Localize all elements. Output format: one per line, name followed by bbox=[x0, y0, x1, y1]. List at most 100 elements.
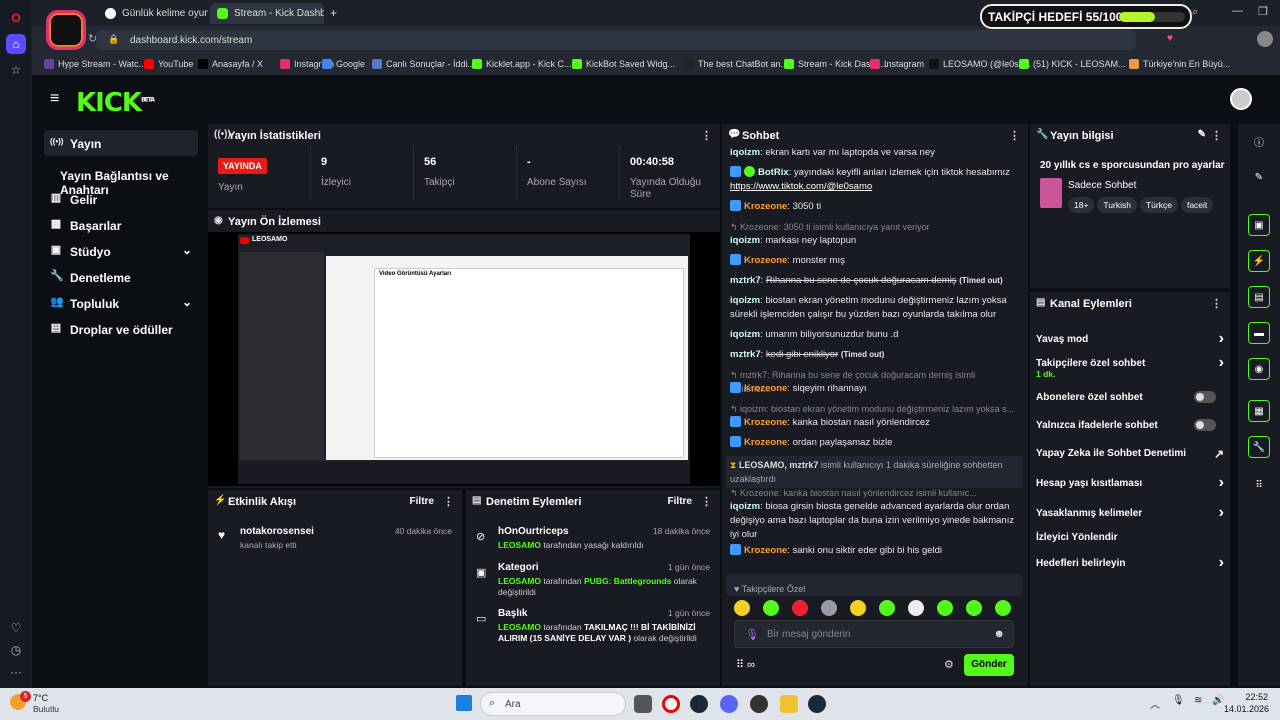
chat-message[interactable]: iqoizm: umarım biliyorsunuzdur bunu .d bbox=[730, 328, 1018, 342]
emote-icon[interactable] bbox=[966, 600, 982, 616]
wifi-icon[interactable]: ≋ bbox=[1194, 695, 1202, 706]
obs-icon[interactable] bbox=[750, 695, 768, 713]
filter-button[interactable]: Filtre bbox=[410, 496, 434, 507]
channel-action[interactable]: Abonelere özel sohbet bbox=[1036, 391, 1226, 403]
pencil-icon[interactable]: ✎ bbox=[1248, 166, 1270, 188]
microphone-icon[interactable]: 🎙 bbox=[745, 628, 759, 641]
url-input[interactable]: 🔒 dashboard.kick.com/stream bbox=[96, 30, 1136, 50]
steam-icon-2[interactable] bbox=[808, 695, 826, 713]
kick-logo[interactable]: KICKBETA bbox=[76, 88, 155, 118]
toggle-switch[interactable] bbox=[1194, 419, 1216, 431]
chat-message[interactable]: iqoizm: markası ney laptopun bbox=[730, 234, 1018, 248]
channel-action[interactable]: Yavaş mod › bbox=[1036, 330, 1226, 347]
chat-tools-icon[interactable]: ⠿ ∞ bbox=[736, 658, 755, 671]
system-message[interactable]: ⧗ LEOSAMO, mztrk7 isimli kullanıcıyı 1 d… bbox=[726, 456, 1022, 488]
chat-input[interactable]: 🎙 Bir mesaj gönderin ☻ bbox=[734, 620, 1014, 648]
kebab-menu-icon[interactable]: ⋮ bbox=[1211, 129, 1222, 142]
search-tabs-icon[interactable]: ⌕ bbox=[1192, 6, 1198, 19]
emoji-icon[interactable]: ☻ bbox=[993, 628, 1005, 640]
discord-icon[interactable] bbox=[720, 695, 738, 713]
info-icon[interactable]: ⓘ bbox=[1248, 130, 1270, 152]
history-icon[interactable]: ◷ bbox=[6, 640, 26, 660]
channel-action[interactable]: Yasaklanmış kelimeler › bbox=[1036, 504, 1226, 521]
chat-message[interactable]: Krozeone: monster mış bbox=[730, 254, 1018, 268]
toggle-switch[interactable] bbox=[1194, 391, 1216, 403]
bookmark-item[interactable]: Anasayfa / X bbox=[198, 59, 263, 69]
maximize-icon[interactable]: ❐ bbox=[1258, 5, 1268, 18]
panel-icon[interactable]: ▦ bbox=[1248, 400, 1270, 422]
emote-icon[interactable] bbox=[995, 600, 1011, 616]
chat-message[interactable]: iqoizm: biostan ekran yönetim modunu değ… bbox=[730, 294, 1018, 322]
kebab-menu-icon[interactable]: ⋮ bbox=[443, 495, 454, 508]
heart-icon[interactable]: ♥ bbox=[1167, 33, 1173, 44]
profile-avatar[interactable] bbox=[1257, 31, 1273, 47]
steam-icon[interactable] bbox=[690, 695, 708, 713]
chat-message[interactable]: mztrk7: Rihanna bu sene de çocuk doğurac… bbox=[730, 274, 1018, 288]
user-avatar[interactable] bbox=[1230, 88, 1252, 110]
reply-context[interactable]: ↰ iqoizm: biostan ekran yönetim modunu d… bbox=[730, 402, 1018, 416]
chat-message[interactable]: Krozeone: siqeyim rihannayı bbox=[730, 382, 1018, 396]
clock-time[interactable]: 22:52 bbox=[1224, 692, 1268, 702]
apps-icon[interactable]: ⠿ bbox=[1248, 474, 1270, 496]
chat-message[interactable]: mztrk7: kedi gibi enikliyor (Timed out) bbox=[730, 348, 1018, 362]
emote-icon[interactable] bbox=[879, 600, 895, 616]
activity-user[interactable]: notakorosensei bbox=[240, 526, 314, 537]
nav-item[interactable]: Yayın Bağlantısı ve Anahtarı bbox=[44, 162, 214, 197]
home-icon[interactable]: ⌂ bbox=[6, 34, 26, 54]
nav-item[interactable]: 🔧 Denetleme bbox=[44, 264, 198, 290]
heart-icon[interactable]: ♡ bbox=[6, 618, 26, 638]
chat-message[interactable]: iqoizm: ekran kartı var mı laptopda ve v… bbox=[730, 146, 1018, 160]
lightning-icon[interactable]: ⚡ bbox=[1248, 250, 1270, 272]
bookmark-item[interactable]: Kicklet.app - Kick C... bbox=[472, 59, 572, 69]
windows-start-icon[interactable] bbox=[456, 695, 472, 711]
kebab-menu-icon[interactable]: ⋮ bbox=[1009, 129, 1020, 142]
channel-action[interactable]: Hesap yaşı kısıtlaması › bbox=[1036, 474, 1226, 491]
chat-message[interactable]: BotRix: yayındaki keyifli anları izlemek… bbox=[730, 166, 1018, 194]
chat-messages[interactable]: iqoizm: ekran kartı var mı laptopda ve v… bbox=[722, 146, 1028, 578]
nav-item[interactable]: ▦ Başarılar bbox=[44, 212, 198, 238]
bookmark-item[interactable]: (51) KICK - LEOSAM... bbox=[1019, 59, 1126, 69]
clock-date[interactable]: 14.01.2026 bbox=[1224, 704, 1269, 714]
wrench-icon[interactable]: 🔧 bbox=[1248, 436, 1270, 458]
stream-category[interactable]: Sadece Sohbet bbox=[1068, 180, 1136, 191]
camera-icon[interactable]: ▣ bbox=[1248, 214, 1270, 236]
microphone-tray-icon[interactable]: 🎙 bbox=[1172, 695, 1185, 706]
minimize-icon[interactable]: — bbox=[1232, 5, 1243, 17]
send-button[interactable]: Gönder bbox=[964, 654, 1014, 676]
nav-item[interactable]: 👥 Topluluk ⌄ bbox=[44, 290, 198, 316]
channel-action[interactable]: Yapay Zeka ile Sohbet Denetimi ↗ bbox=[1036, 447, 1226, 461]
opera-logo-icon[interactable]: O bbox=[6, 8, 26, 28]
nav-item[interactable]: ▥ Gelir bbox=[44, 186, 198, 212]
nav-item[interactable]: ▣ Stüdyo ⌄ bbox=[44, 238, 198, 264]
folder-icon[interactable] bbox=[780, 695, 798, 713]
star-icon[interactable]: ☆ bbox=[6, 60, 26, 80]
chat-message[interactable]: Krozeone: 3050 ti bbox=[730, 200, 1018, 214]
reply-context[interactable]: ↰ Krozeone: kanka biostan nasıl yönlendi… bbox=[730, 486, 1018, 500]
tab-wordle[interactable]: Günlük kelime oyunu - pa bbox=[98, 3, 208, 24]
nav-item[interactable]: ((•)) Yayın bbox=[44, 130, 198, 156]
bookmark-item[interactable]: Türkiye'nin En Büyü... bbox=[1129, 59, 1230, 69]
emote-icon[interactable] bbox=[734, 600, 750, 616]
channel-action[interactable]: Yalnızca ifadelerle sohbet bbox=[1036, 419, 1226, 431]
emote-icon[interactable] bbox=[937, 600, 953, 616]
taskbar-search[interactable]: ⌕ Ara bbox=[480, 692, 626, 716]
emote-icon[interactable] bbox=[821, 600, 837, 616]
channel-action[interactable]: Hedefleri belirleyin › bbox=[1036, 554, 1226, 571]
bookmark-item[interactable]: KickBot Saved Widg... bbox=[572, 59, 675, 69]
nav-item[interactable]: ▤ Droplar ve ödüller bbox=[44, 316, 198, 342]
broadcast-icon[interactable]: ◉ bbox=[1248, 358, 1270, 380]
settings-gear-icon[interactable]: ⚙ bbox=[944, 658, 954, 671]
chat-message[interactable]: Krozeone: sanki onu siktir eder gibi bi … bbox=[730, 544, 1018, 558]
emote-icon[interactable] bbox=[792, 600, 808, 616]
bookmark-item[interactable]: YouTube bbox=[144, 59, 193, 69]
filter-button[interactable]: Filtre bbox=[668, 496, 692, 507]
more-icon[interactable]: ··· bbox=[6, 662, 26, 682]
bookmark-item[interactable]: Instagram bbox=[870, 59, 924, 69]
bookmark-item[interactable]: The best ChatBot an... bbox=[684, 59, 788, 69]
bookmark-item[interactable]: Hype Stream - Watc... bbox=[44, 59, 146, 69]
tab-kick-dashboard[interactable]: Stream - Kick Dashboard bbox=[210, 3, 324, 24]
chat-link[interactable]: https://www.tiktok.com/@le0samo bbox=[730, 181, 872, 192]
emote-icon[interactable] bbox=[850, 600, 866, 616]
kebab-menu-icon[interactable]: ⋮ bbox=[701, 495, 712, 508]
volume-icon[interactable]: 🔊 bbox=[1212, 695, 1224, 706]
